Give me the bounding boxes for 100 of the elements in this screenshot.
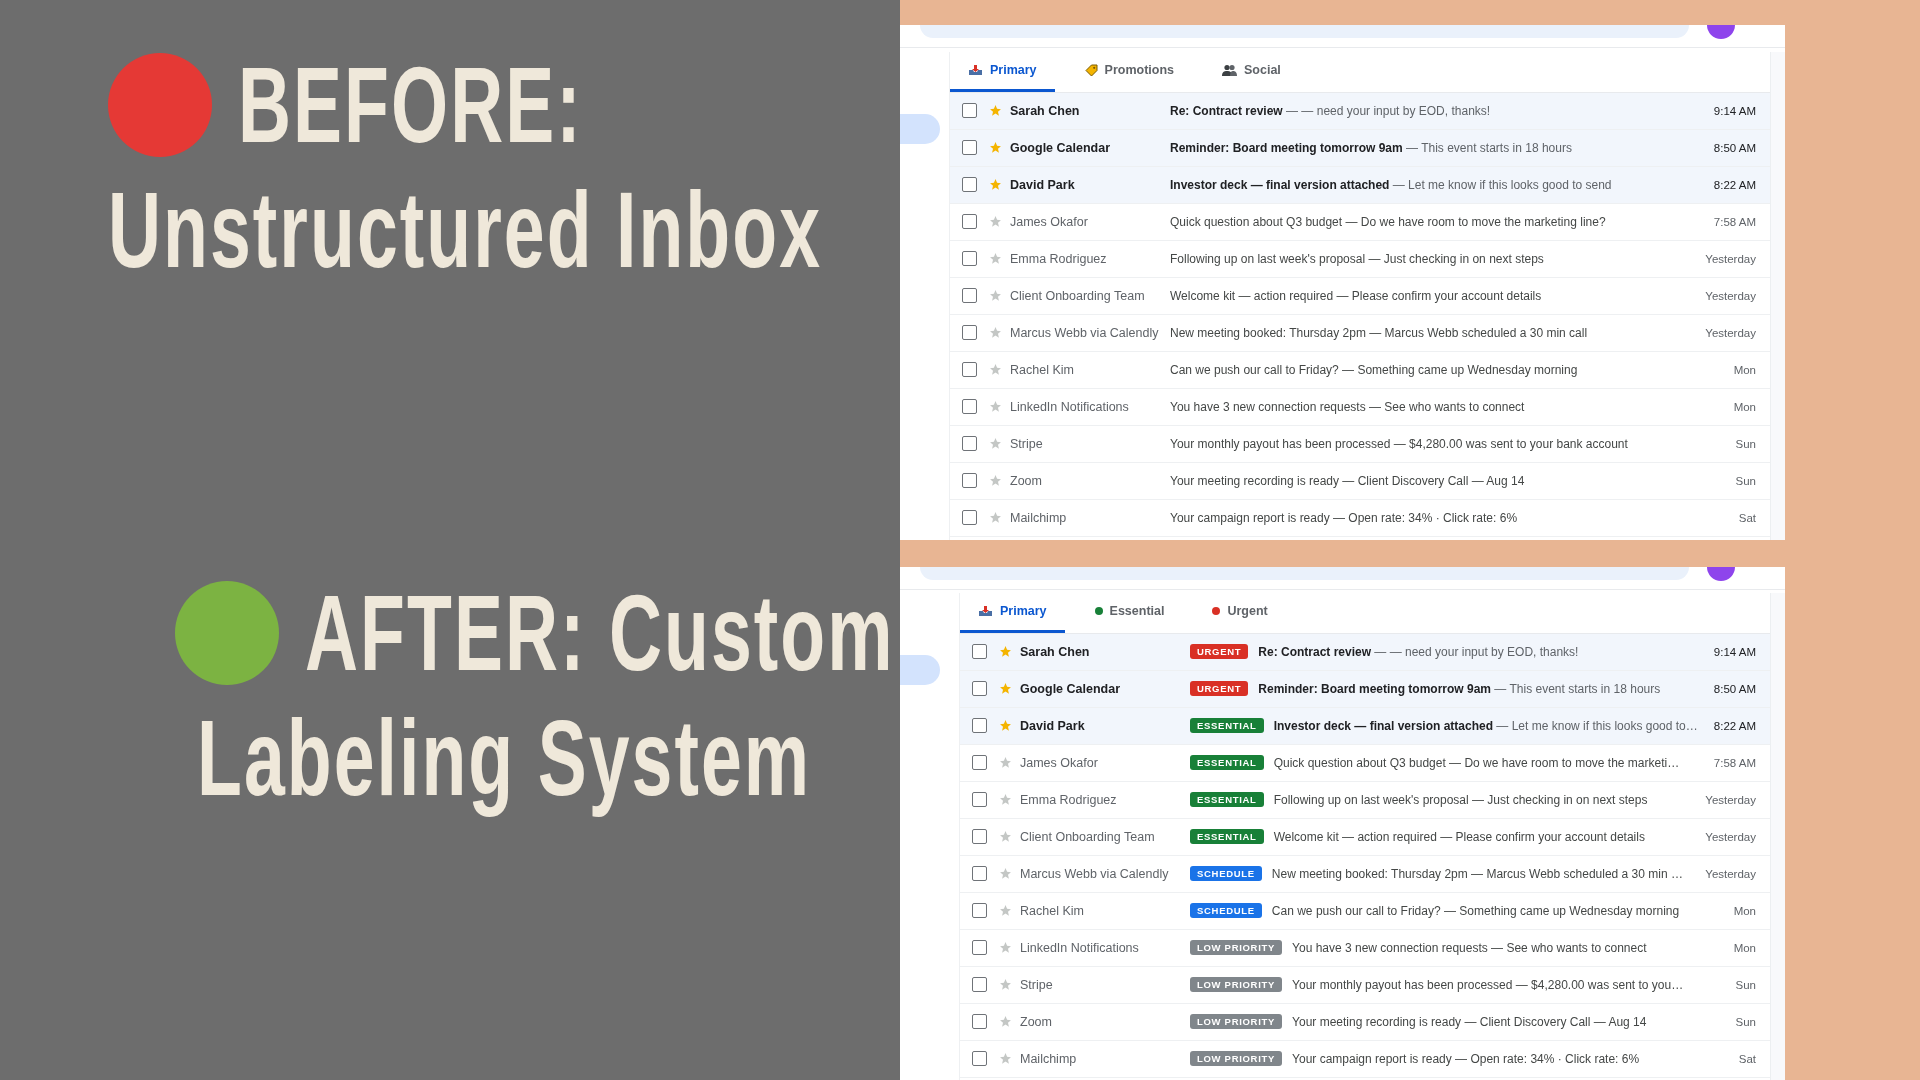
- email-row[interactable]: Sarah Chen URGENT Re: Contract review — — need your input by EOD, thanks! 9:14 AM: [960, 633, 1770, 671]
- star-icon[interactable]: [999, 719, 1012, 732]
- checkbox[interactable]: [972, 903, 987, 918]
- email-time: Yesterday: [1705, 867, 1756, 880]
- email-row[interactable]: James Okafor Quick question about Q3 budget — Do we have room to move the marketing line? 7:58 AM: [950, 203, 1770, 241]
- checkbox[interactable]: [962, 325, 977, 340]
- email-row[interactable]: LinkedIn Notifications You have 3 new connection requests — See who wants to connect Mon: [950, 388, 1770, 426]
- inbox-tab[interactable]: Essential: [1076, 592, 1183, 633]
- star-icon[interactable]: [999, 830, 1012, 843]
- checkbox[interactable]: [962, 140, 977, 155]
- email-row[interactable]: Stripe LOW PRIORITY Your monthly payout has been processed — $4,280.00 was sent to you… Sun: [960, 966, 1770, 1004]
- email-row[interactable]: Sarah Chen Re: Contract review — — need your input by EOD, thanks! 9:14 AM: [950, 92, 1770, 130]
- email-time: 8:50 AM: [1713, 141, 1756, 154]
- checkbox[interactable]: [962, 214, 977, 229]
- star-icon[interactable]: [999, 978, 1012, 991]
- checkbox[interactable]: [972, 718, 987, 733]
- star-icon[interactable]: [989, 363, 1002, 376]
- email-row[interactable]: Rachel Kim Can we push our call to Friday? — Something came up Wednesday morning Mon: [950, 351, 1770, 389]
- star-icon[interactable]: [999, 1052, 1012, 1065]
- email-row[interactable]: Google Calendar URGENT Reminder: Board meeting tomorrow 9am — This event starts in 18 hours 8:50 AM: [960, 670, 1770, 708]
- email-row[interactable]: Stripe Your monthly payout has been processed — $4,280.00 was sent to your bank account Sun: [950, 425, 1770, 463]
- star-icon[interactable]: [989, 178, 1002, 191]
- star-icon[interactable]: [989, 400, 1002, 413]
- star-icon[interactable]: [989, 104, 1002, 117]
- sender-name: Stripe: [1020, 977, 1054, 992]
- email-row[interactable]: David Park ESSENTIAL Investor deck — final version attached — Let me know if this looks good to… 8:22 AM: [960, 707, 1770, 745]
- email-row[interactable]: Emma Rodriguez ESSENTIAL Following up on last week's proposal — Just checking in on next steps Yesterday: [960, 781, 1770, 819]
- checkbox[interactable]: [972, 755, 987, 770]
- inbox-tab[interactable]: Promotions: [1066, 51, 1192, 92]
- inbox-tab[interactable]: Urgent: [1194, 592, 1286, 633]
- checkbox[interactable]: [962, 473, 977, 488]
- email-time: 9:14 AM: [1713, 104, 1756, 117]
- star-icon[interactable]: [989, 326, 1002, 339]
- checkbox[interactable]: [962, 399, 977, 414]
- checkbox[interactable]: [972, 644, 987, 659]
- checkbox[interactable]: [972, 681, 987, 696]
- star-icon[interactable]: [989, 511, 1002, 524]
- checkbox[interactable]: [972, 792, 987, 807]
- checkbox[interactable]: [962, 362, 977, 377]
- checkbox[interactable]: [962, 436, 977, 451]
- avatar[interactable]: [1707, 25, 1735, 39]
- email-row[interactable]: Client Onboarding Team Welcome kit — action required — Please confirm your account details Yesterday: [950, 277, 1770, 315]
- label-tag: SCHEDULE: [1190, 903, 1262, 918]
- email-subject: New meeting booked: Thursday 2pm — Marcus Webb scheduled a 30 min …: [1271, 866, 1684, 881]
- scrollbar-track[interactable]: [1770, 51, 1785, 540]
- star-icon[interactable]: [999, 793, 1012, 806]
- email-time: Sat: [1738, 511, 1756, 524]
- email-row[interactable]: Mailchimp LOW PRIORITY Your campaign report is ready — Open rate: 34% · Click rate: 6% Sat: [960, 1040, 1770, 1078]
- avatar[interactable]: [1707, 567, 1735, 581]
- email-time: 7:58 AM: [1713, 215, 1756, 228]
- email-time: Mon: [1733, 363, 1756, 376]
- star-icon[interactable]: [989, 289, 1002, 302]
- star-icon[interactable]: [999, 645, 1012, 658]
- email-row[interactable]: Google Calendar Reminder: Board meeting tomorrow 9am — This event starts in 18 hours 8:50 AM: [950, 129, 1770, 167]
- email-subject: Your campaign report is ready — Open rate: 34% · Click rate: 6%: [1170, 510, 1519, 525]
- checkbox[interactable]: [962, 288, 977, 303]
- email-time: Sun: [1735, 978, 1756, 991]
- email-row[interactable]: Rachel Kim SCHEDULE Can we push our call to Friday? — Something came up Wednesday morning Mon: [960, 892, 1770, 930]
- email-row[interactable]: Marcus Webb via Calendly SCHEDULE New meeting booked: Thursday 2pm — Marcus Webb scheduled a 30 min … Yesterday: [960, 855, 1770, 893]
- email-row[interactable]: Marcus Webb via Calendly New meeting booked: Thursday 2pm — Marcus Webb scheduled a 30 min call Yesterday: [950, 314, 1770, 352]
- email-row[interactable]: David Park Investor deck — final version attached — Let me know if this looks good to send 8:22 AM: [950, 166, 1770, 204]
- inbox-tab[interactable]: Social: [1204, 51, 1299, 92]
- star-icon[interactable]: [999, 1015, 1012, 1028]
- email-row[interactable]: Mailchimp Your campaign report is ready — Open rate: 34% · Click rate: 6% Sat: [950, 499, 1770, 537]
- email-row[interactable]: James Okafor ESSENTIAL Quick question about Q3 budget — Do we have room to move the marketi… 7:58 AM: [960, 744, 1770, 782]
- star-icon[interactable]: [999, 941, 1012, 954]
- email-subject: Re: Contract review — — need your input by EOD, thanks!: [1170, 103, 1492, 118]
- star-icon[interactable]: [999, 756, 1012, 769]
- star-icon[interactable]: [989, 474, 1002, 487]
- star-icon[interactable]: [989, 141, 1002, 154]
- star-icon[interactable]: [999, 904, 1012, 917]
- checkbox[interactable]: [972, 1014, 987, 1029]
- checkbox[interactable]: [972, 866, 987, 881]
- email-row[interactable]: LinkedIn Notifications LOW PRIORITY You have 3 new connection requests — See who wants to connect Mon: [960, 929, 1770, 967]
- tag-icon: [1084, 63, 1098, 77]
- checkbox[interactable]: [962, 103, 977, 118]
- email-row[interactable]: Client Onboarding Team ESSENTIAL Welcome kit — action required — Please confirm your account details Yesterday: [960, 818, 1770, 856]
- sender-name: Sarah Chen: [1010, 103, 1081, 118]
- checkbox[interactable]: [972, 977, 987, 992]
- email-time: Mon: [1733, 941, 1756, 954]
- star-icon[interactable]: [999, 867, 1012, 880]
- email-subject: Your meeting recording is ready — Client Discovery Call — Aug 14: [1170, 473, 1526, 488]
- email-row[interactable]: Zoom Your meeting recording is ready — Client Discovery Call — Aug 14 Sun: [950, 462, 1770, 500]
- checkbox[interactable]: [962, 510, 977, 525]
- star-icon[interactable]: [989, 215, 1002, 228]
- label-tag: ESSENTIAL: [1190, 829, 1264, 844]
- email-row[interactable]: Emma Rodriguez Following up on last week's proposal — Just checking in on next steps Yesterday: [950, 240, 1770, 278]
- sender-name: David Park: [1010, 177, 1076, 192]
- sender-name: Mailchimp: [1010, 510, 1068, 525]
- scrollbar-track[interactable]: [1770, 592, 1785, 1080]
- email-subject: Welcome kit — action required — Please confirm your account details: [1273, 829, 1646, 844]
- checkbox[interactable]: [962, 177, 977, 192]
- star-icon[interactable]: [999, 682, 1012, 695]
- star-icon[interactable]: [989, 252, 1002, 265]
- star-icon[interactable]: [989, 437, 1002, 450]
- email-row[interactable]: Zoom LOW PRIORITY Your meeting recording is ready — Client Discovery Call — Aug 14 Sun: [960, 1003, 1770, 1041]
- checkbox[interactable]: [972, 1051, 987, 1066]
- checkbox[interactable]: [972, 829, 987, 844]
- checkbox[interactable]: [962, 251, 977, 266]
- checkbox[interactable]: [972, 940, 987, 955]
